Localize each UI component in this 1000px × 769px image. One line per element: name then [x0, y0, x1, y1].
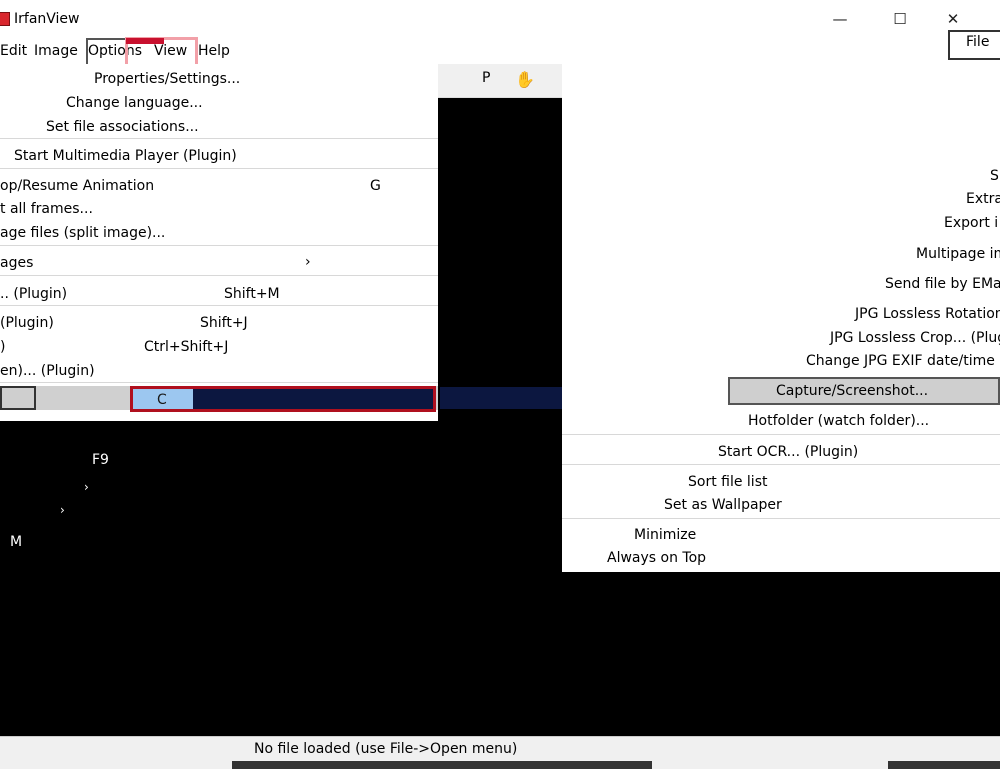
menu-separator [0, 305, 438, 306]
chevron-right-icon: › [60, 503, 65, 517]
file-menu-item-export[interactable]: Export i [944, 212, 1000, 236]
menu-item-plugin-en[interactable]: en)... (Plugin) [0, 360, 438, 384]
menu-separator [0, 245, 438, 246]
minimize-button[interactable]: — [828, 8, 852, 30]
options-menu-highlight [86, 38, 128, 66]
file-menu-item-send-email[interactable]: Send file by EMail [885, 273, 1000, 297]
file-menu-item-extract[interactable]: Extra [966, 188, 1000, 212]
title-bar: IrfanView — ☐ ✕ [0, 0, 1000, 38]
file-menu-item-hotfolder[interactable]: Hotfolder (watch folder)... [748, 410, 1000, 434]
capture-ghost-label [193, 389, 433, 409]
file-menu-item[interactable]: S [990, 165, 1000, 189]
menu-item-capture-screenshot[interactable]: C [130, 386, 436, 412]
menu-separator [562, 434, 1000, 435]
file-menu-item-minimize[interactable]: Minimize [634, 524, 1000, 548]
menu-item-properties[interactable]: Properties/Settings... [0, 68, 438, 92]
menu-file[interactable]: File [966, 34, 989, 50]
options-dropdown-menu: Properties/Settings... Change language..… [0, 64, 438, 421]
capture-shortcut-area [440, 387, 580, 409]
file-menu-item-jpg-crop[interactable]: JPG Lossless Crop... (Plugin [830, 327, 1000, 351]
menu-item-plugin-m[interactable]: .. (Plugin) Shift+M [0, 283, 438, 307]
menu-separator [0, 382, 438, 383]
menu-item-animation[interactable]: op/Resume Animation G [0, 175, 438, 199]
menu-item-plugin-ctrl-j[interactable]: ) Ctrl+Shift+J [0, 336, 438, 360]
menu-separator [0, 138, 438, 139]
menu-separator [562, 518, 1000, 519]
file-menu-item-jpg-rotation[interactable]: JPG Lossless Rotation... (Pl [855, 303, 1000, 327]
menu-edit[interactable]: Edit [0, 43, 27, 59]
file-menu-item-always-on-top[interactable]: Always on Top [607, 547, 1000, 571]
selected-row-marker [0, 386, 36, 410]
status-text: No file loaded (use File->Open menu) [254, 741, 518, 757]
menu-help[interactable]: Help [198, 43, 230, 59]
hand-tool-icon[interactable]: ✋ [515, 70, 535, 90]
status-divider [888, 761, 1000, 769]
menu-item-plugin-j[interactable]: (Plugin) Shift+J [0, 312, 438, 336]
chevron-right-icon: › [305, 254, 311, 270]
file-menu-item-wallpaper[interactable]: Set as Wallpaper [664, 494, 1000, 518]
menu-separator [0, 168, 438, 169]
menu-image[interactable]: Image [34, 43, 78, 59]
toolbar-key-hint: P [482, 70, 491, 86]
menu-item-pages-submenu[interactable]: ages › [0, 252, 438, 276]
file-menu-item-multipage[interactable]: Multipage im [916, 243, 1000, 267]
file-menu-item-capture[interactable]: Capture/Screenshot... [776, 380, 1000, 404]
menu-separator [0, 275, 438, 276]
menu-item-split-image[interactable]: age files (split image)... [0, 222, 438, 246]
status-divider [232, 761, 652, 769]
close-button[interactable]: ✕ [941, 8, 965, 30]
file-menu-item-ocr[interactable]: Start OCR... (Plugin) [718, 441, 1000, 465]
menu-item-file-associations[interactable]: Set file associations... [0, 116, 438, 140]
shortcut-f9-label: F9 [92, 452, 109, 468]
chevron-right-icon: › [84, 480, 89, 494]
shortcut-m-label: M [10, 534, 23, 550]
menu-item-change-language[interactable]: Change language... [0, 92, 438, 116]
file-menu-item-exif-date[interactable]: Change JPG EXIF date/time (Pl [806, 350, 1000, 374]
menu-item-multimedia-player[interactable]: Start Multimedia Player (Plugin) [0, 145, 438, 169]
menu-item-all-frames[interactable]: t all frames... [0, 198, 438, 222]
file-menu-item-sort[interactable]: Sort file list [688, 471, 1000, 495]
menu-separator [562, 464, 1000, 465]
view-menu-highlight-bar [126, 38, 164, 44]
window-title: IrfanView [14, 11, 80, 27]
maximize-button[interactable]: ☐ [888, 8, 912, 30]
irfanview-app-icon [0, 12, 10, 26]
